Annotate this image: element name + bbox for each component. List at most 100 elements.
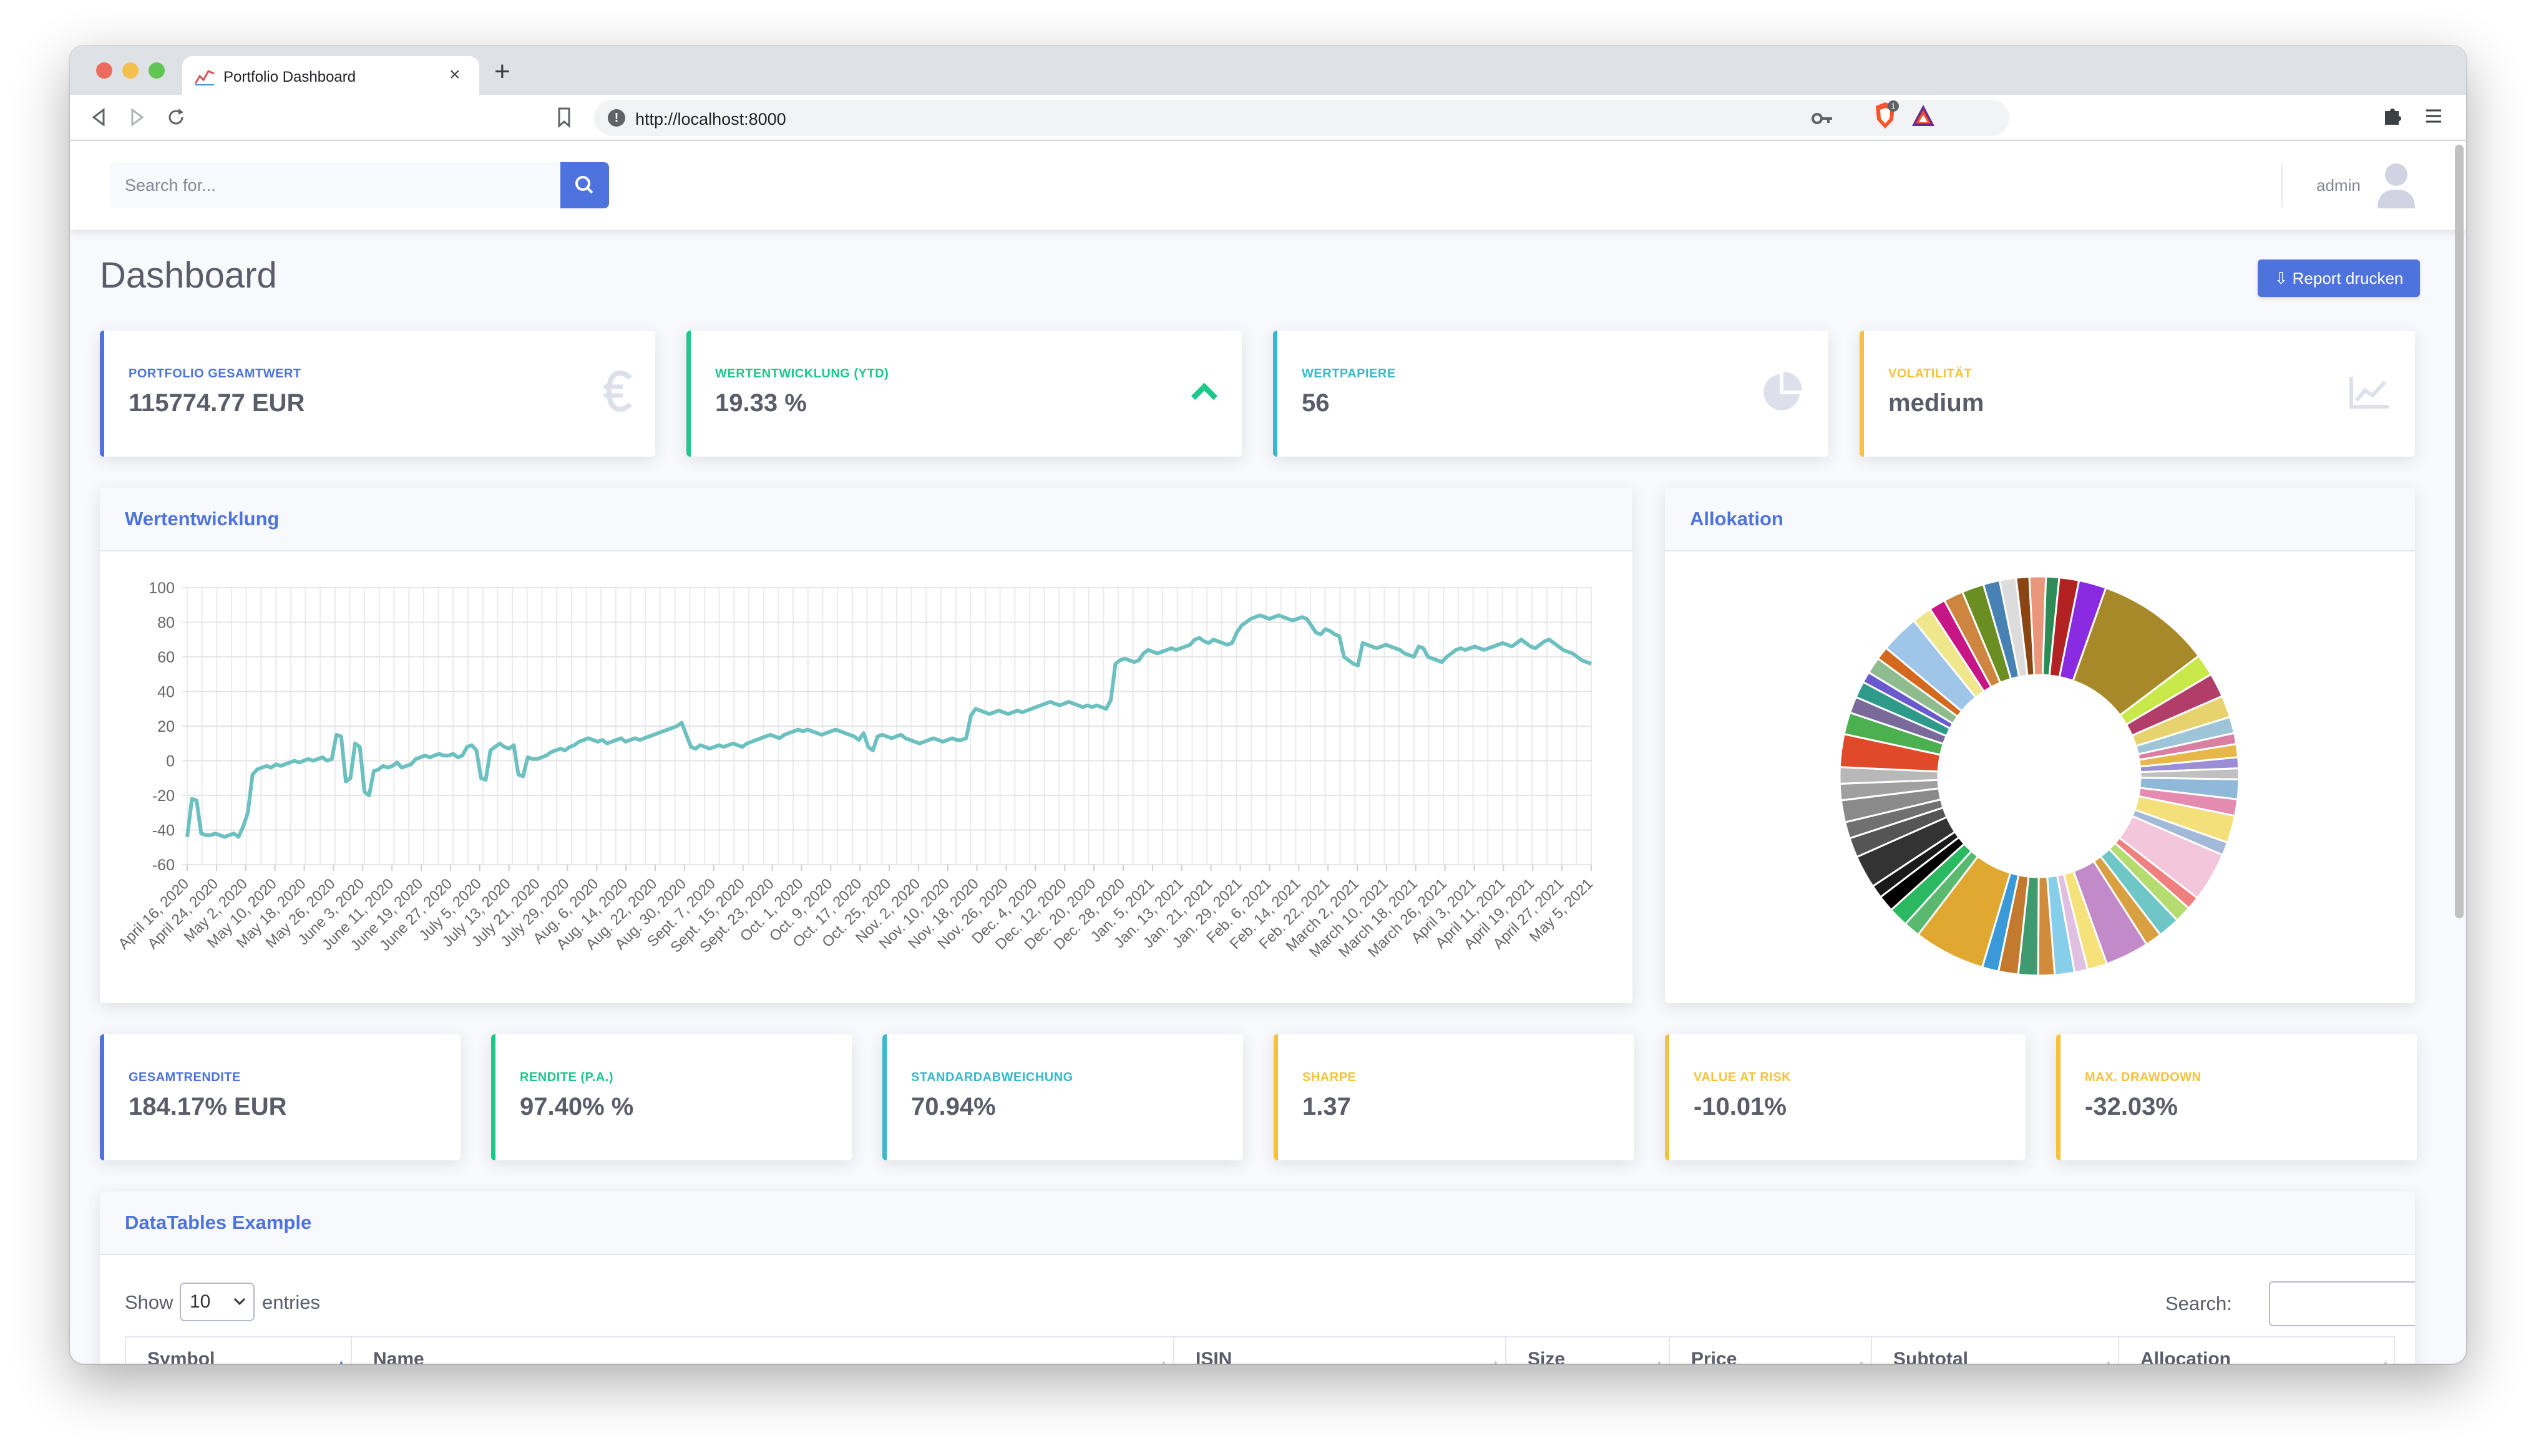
line-chart-title: Wertentwicklung [125, 508, 280, 530]
column-separator [125, 1337, 126, 1364]
bookmark-icon[interactable] [550, 104, 578, 131]
kpi-value: 56 [1302, 389, 1330, 417]
column-separator [1871, 1337, 1872, 1364]
pie-chart-title: Allokation [1690, 508, 1783, 530]
page-title: Dashboard [100, 255, 277, 296]
kpi-label: Max. Drawdown [2085, 1070, 2202, 1084]
extensions-icon[interactable] [2379, 102, 2406, 130]
table-column-header[interactable]: Price [1691, 1349, 1737, 1364]
y-tick-label: 0 [166, 753, 175, 770]
tab-title: Portfolio Dashboard [223, 69, 356, 85]
kpi-label: Rendite (p.a.) [520, 1070, 613, 1084]
sort-arrow-icon[interactable]: ▲ [1855, 1356, 1868, 1364]
card-accent-bar [100, 1034, 104, 1160]
brave-rewards-icon[interactable] [1908, 100, 1938, 135]
column-separator [2394, 1337, 2395, 1364]
column-separator [1669, 1337, 1670, 1364]
entries-label: entries [262, 1291, 321, 1313]
sort-arrow-icon[interactable]: ▲ [1489, 1356, 1503, 1364]
kpi-label: Wertentwicklung (YTD) [715, 367, 889, 381]
key-icon[interactable] [1810, 106, 1835, 131]
table-column-header[interactable]: Subtotal [1893, 1349, 1968, 1364]
new-tab-icon[interactable]: + [494, 56, 510, 87]
search-button[interactable] [560, 162, 609, 208]
download-icon: ⇩ [2274, 269, 2293, 288]
kpi-label: Standardabweichung [911, 1070, 1073, 1084]
screenshot-stage: Portfolio Dashboard × + ! http://localho… [0, 0, 2536, 1456]
pie-chart [1838, 575, 2240, 977]
address-bar[interactable]: ! http://localhost:8000 [594, 100, 2009, 136]
browser-tab-active[interactable]: Portfolio Dashboard × [182, 56, 479, 95]
line-chart-card: Wertentwicklung 100 80 60 40 20 0 -20 -40 -60 Apr… [100, 488, 1632, 1003]
chart-favicon-icon [194, 70, 215, 85]
card-accent-bar [1273, 331, 1277, 457]
datatable-card: DataTables Example Show 10 entries Searc… [100, 1191, 2415, 1364]
y-tick-label: -60 [152, 857, 175, 874]
tab-close-icon[interactable]: × [449, 64, 461, 86]
address-url[interactable]: http://localhost:8000 [635, 110, 786, 129]
svg-text:1: 1 [1891, 102, 1896, 110]
kpi-card-ytd: Wertentwicklung (YTD) 19.33 % [686, 331, 1242, 457]
brave-shield-icon[interactable]: 1 [1870, 100, 1901, 135]
pie-chart-header: Allokation [1665, 488, 2415, 551]
kpi-value: medium [1888, 389, 1984, 417]
kpi-value: 97.40% % [520, 1093, 634, 1120]
card-accent-bar [882, 1034, 887, 1160]
table-column-header[interactable]: Symbol [147, 1349, 215, 1364]
chevron-up-icon [1191, 382, 1218, 400]
table-search-input[interactable] [2269, 1281, 2415, 1326]
sort-arrow-icon[interactable]: ▲ [1157, 1356, 1171, 1364]
topbar-divider [2281, 163, 2283, 207]
report-button[interactable]: ⇩ Report drucken [2258, 260, 2420, 297]
y-tick-label: 20 [157, 718, 175, 735]
minimize-window-button[interactable] [122, 62, 139, 79]
kpi-card-metric: Gesamtrendite 184.17% EUR [100, 1034, 461, 1160]
kpi-card-metric: Max. Drawdown -32.03% [2056, 1034, 2417, 1160]
menu-icon[interactable] [2420, 102, 2447, 130]
back-icon[interactable] [85, 104, 112, 131]
table-column-header[interactable]: Name [373, 1349, 424, 1364]
column-separator [1505, 1337, 1506, 1364]
card-accent-bar [1665, 1034, 1669, 1160]
card-accent-bar [100, 331, 104, 457]
page-scrollbar[interactable] [2455, 145, 2464, 918]
page-size-select[interactable]: 10 [180, 1283, 255, 1321]
kpi-value: 184.17% EUR [129, 1093, 287, 1120]
column-separator [351, 1337, 352, 1364]
sort-arrow-icon[interactable]: ▲ [2102, 1356, 2115, 1364]
table-column-header[interactable]: Allocation [2140, 1349, 2231, 1364]
kpi-label: Sharpe [1302, 1070, 1357, 1084]
sort-arrow-icon[interactable]: ▲ [1652, 1356, 1666, 1364]
search-input[interactable] [110, 162, 559, 208]
kpi-value: 70.94% [911, 1093, 996, 1120]
forward-icon[interactable] [124, 104, 151, 131]
card-accent-bar [1274, 1034, 1278, 1160]
column-separator [2118, 1337, 2119, 1364]
y-tick-label: 100 [149, 580, 175, 597]
table-column-header[interactable]: ISIN [1196, 1349, 1232, 1364]
card-accent-bar [2056, 1034, 2060, 1160]
line-chart-icon [2349, 377, 2389, 409]
card-accent-bar [491, 1034, 495, 1160]
report-button-label: Report drucken [2292, 269, 2404, 288]
sort-arrow-icon[interactable]: ▲ [2379, 1356, 2392, 1364]
user-name[interactable]: admin [2316, 176, 2361, 195]
reload-icon[interactable] [162, 104, 190, 131]
table-column-header[interactable]: Size [1528, 1349, 1565, 1364]
app-topbar: admin [70, 141, 2466, 230]
pie-chart-card: Allokation [1665, 488, 2415, 1003]
kpi-card-metric: Standardabweichung 70.94% [882, 1034, 1243, 1160]
user-avatar-icon[interactable] [2370, 158, 2422, 211]
kpi-card-metric: Value at Risk -10.01% [1665, 1034, 2026, 1160]
browser-window: Portfolio Dashboard × + ! http://localho… [70, 46, 2466, 1364]
zoom-window-button[interactable] [149, 62, 165, 79]
sort-arrow-icon[interactable]: ▲ [334, 1356, 348, 1364]
kpi-label: Value at Risk [1694, 1070, 1792, 1084]
y-tick-label: -20 [152, 787, 175, 805]
card-accent-bar [1860, 331, 1864, 457]
close-window-button[interactable] [96, 62, 112, 79]
kpi-card-metric: Rendite (p.a.) 97.40% % [491, 1034, 852, 1160]
site-info-icon[interactable]: ! [608, 109, 625, 127]
browser-titlebar: Portfolio Dashboard × + [70, 46, 2466, 95]
y-tick-label: -40 [152, 822, 175, 840]
